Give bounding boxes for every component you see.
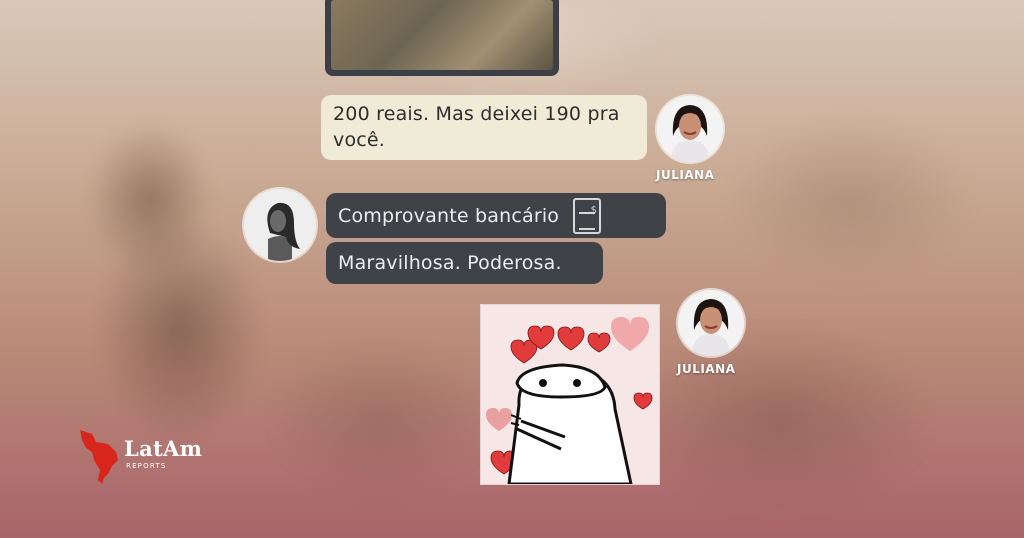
contact-name-label: JULIANA: [656, 168, 715, 182]
juliana-avatar[interactable]: [678, 290, 744, 356]
receipt-icon: [573, 197, 602, 234]
contact-name-label: JULIANA: [677, 362, 736, 376]
message-bubble-praise: Maravilhosa. Poderosa.: [326, 242, 603, 284]
message-bubble-receipt[interactable]: Comprovante bancário: [326, 193, 666, 238]
flork-hearts-sticker[interactable]: [480, 304, 660, 485]
message-bubble-juliana: 200 reais. Mas deixei 190 pra você.: [321, 95, 647, 160]
latin-america-map-icon: [80, 430, 118, 484]
message-text: Maravilhosa. Poderosa.: [338, 252, 562, 274]
juliana-avatar[interactable]: [657, 96, 723, 162]
message-text: Comprovante bancário: [338, 204, 560, 227]
logo-subtitle: REPORTS: [126, 462, 167, 470]
photo-thumbnail: [331, 0, 553, 70]
photo-message[interactable]: [325, 0, 559, 76]
message-text: 200 reais. Mas deixei 190 pra você.: [333, 103, 620, 151]
sender-silhouette-avatar[interactable]: [244, 189, 316, 261]
logo-title: LatAm: [124, 436, 203, 461]
latam-reports-logo: LatAm REPORTS: [78, 428, 238, 484]
